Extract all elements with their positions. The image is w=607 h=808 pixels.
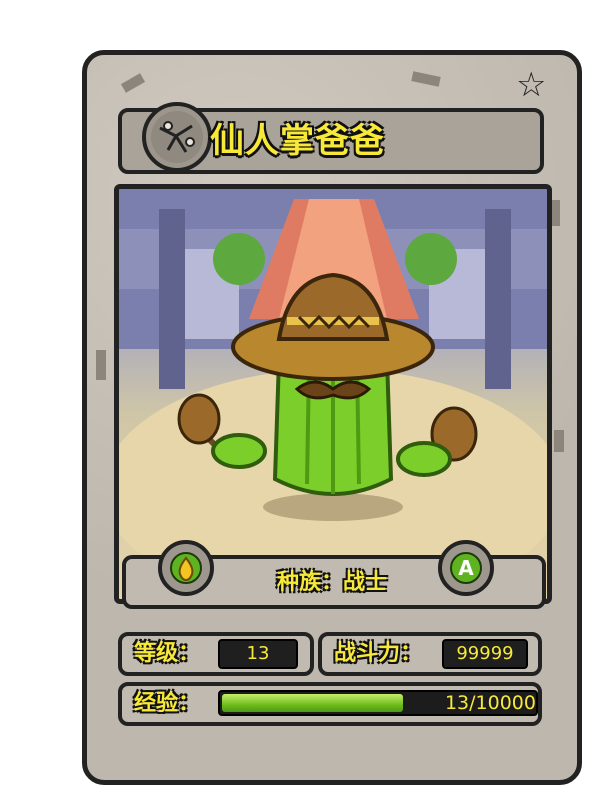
power-value: 99999 xyxy=(442,639,528,669)
exp-label: 经验： xyxy=(134,691,201,716)
fire-drop-icon xyxy=(170,552,202,584)
rank-letter: A xyxy=(458,556,474,580)
race-label: 种族：战士 xyxy=(276,570,387,595)
rank-badge[interactable]: A xyxy=(438,540,494,596)
card-title: 仙人掌爸爸 xyxy=(210,121,385,161)
character-card: 仙人掌爸爸 ☆ 种族：战士 A 等级： 13 战斗力： 99999 经验： 13… xyxy=(82,50,582,785)
exp-value: 13/10000 xyxy=(444,692,536,714)
power-label: 战斗力： xyxy=(334,641,423,666)
star-icon: ☆ xyxy=(516,65,547,105)
stone-chip xyxy=(554,430,564,452)
element-badge[interactable] xyxy=(158,540,214,596)
level-value: 13 xyxy=(218,639,298,669)
level-label: 等级： xyxy=(134,641,201,666)
emblem-icon xyxy=(142,102,212,172)
stone-chip xyxy=(96,350,106,380)
rank-grade: A xyxy=(450,552,482,584)
exp-bar-fill xyxy=(222,694,403,712)
